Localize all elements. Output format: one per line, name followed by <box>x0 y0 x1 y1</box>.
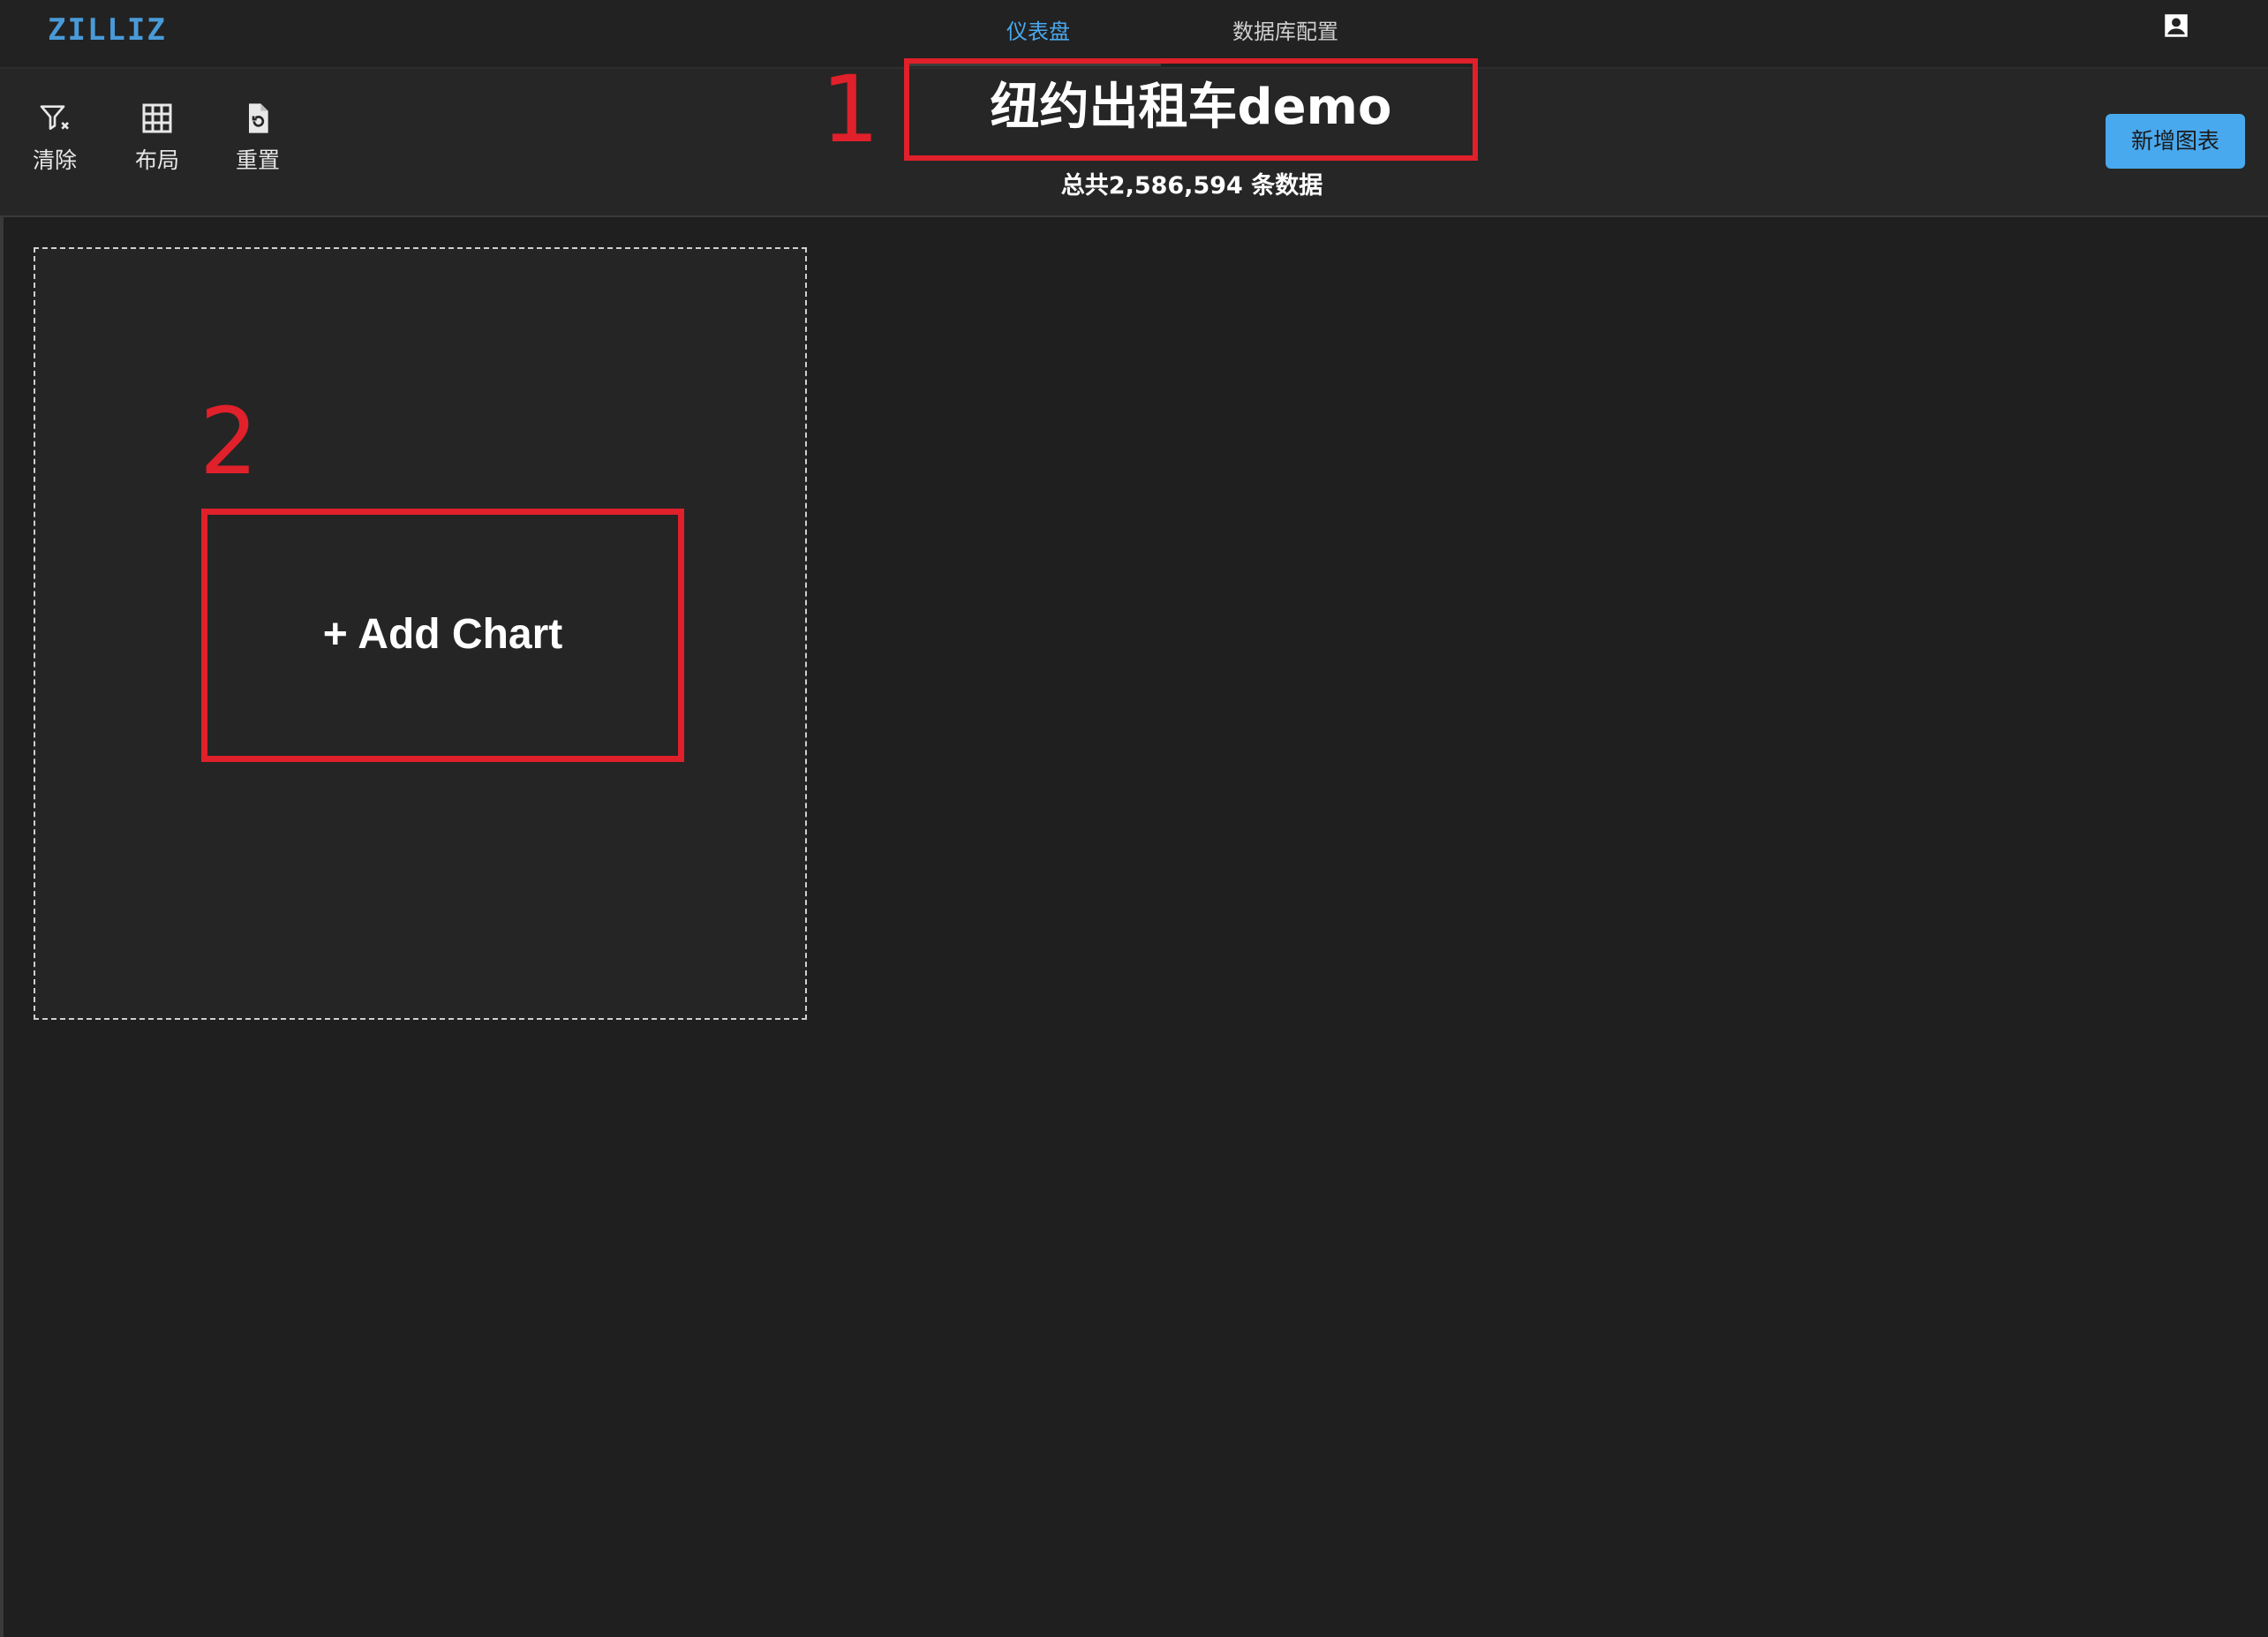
dashboard-title[interactable]: 纽约出租车demo <box>909 83 1473 132</box>
add-chart-label[interactable]: + Add Chart <box>207 610 678 659</box>
clear-filter-label: 清除 <box>32 147 77 173</box>
account-box-icon[interactable] <box>2161 11 2191 41</box>
tab-database-config[interactable]: 数据库配置 <box>1232 14 1338 45</box>
logo[interactable]: ZILLIZ <box>48 12 167 48</box>
grid-layout-icon <box>142 103 172 133</box>
layout-label: 布局 <box>134 147 179 173</box>
app-root: ZILLIZ 仪表盘 数据库配置 清除 布局 重置 新增图表 1 纽约出租车de… <box>0 0 2268 1637</box>
record-count: 总共2,586,594 条数据 <box>1060 172 1323 200</box>
reset-label: 重置 <box>235 147 280 173</box>
add-chart-area[interactable]: + Add Chart <box>201 509 684 762</box>
layout-button[interactable]: 布局 <box>122 101 192 175</box>
annotation-marker-2: 2 <box>200 388 259 495</box>
clear-filter-button[interactable]: 清除 <box>19 101 90 175</box>
window-edge <box>0 0 4 1637</box>
reset-button[interactable]: 重置 <box>222 101 293 175</box>
filter-clear-icon <box>40 105 69 130</box>
annotation-marker-1: 1 <box>821 56 880 163</box>
reset-file-icon <box>249 103 268 133</box>
title-highlight-box: 纽约出租车demo <box>904 58 1478 161</box>
add-chart-button[interactable]: 新增图表 <box>2106 114 2245 169</box>
tab-dashboard[interactable]: 仪表盘 <box>1006 14 1070 45</box>
